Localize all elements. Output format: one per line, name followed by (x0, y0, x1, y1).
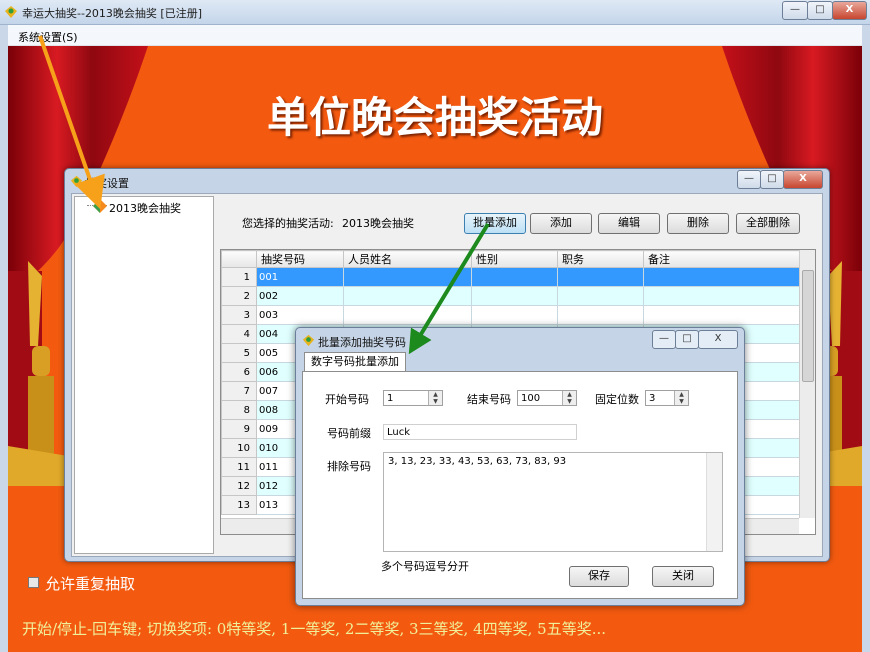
settings-close-button[interactable]: X (783, 170, 823, 189)
exclude-scrollbar[interactable] (706, 453, 722, 551)
cell-notes[interactable] (643, 305, 813, 325)
batch-panel: 开始号码 1 ▲ ▼ 结束号码 100 ▲ ▼ 固定位数 3 ▲ ▼ 号码前缀 Luck 排… (302, 371, 738, 599)
main-titlebar[interactable]: 幸运大抽奖--2013晚会抽奖 [已注册] — □ X (0, 0, 870, 25)
digits-input[interactable]: 3 ▲ ▼ (645, 390, 689, 406)
delete-all-button[interactable]: 全部删除 (736, 213, 800, 234)
batch-dialog-title: 批量添加抽奖号码 (318, 336, 406, 349)
allow-repeat-label: 允许重复抽取 (45, 575, 136, 593)
batch-window-controls: — □ X (652, 330, 738, 349)
minimize-button[interactable]: — (782, 1, 808, 20)
batch-add-dialog: 批量添加抽奖号码 — □ X 数字号码批量添加 开始号码 1 ▲ ▼ 结束号码 10… (295, 327, 745, 606)
table-row[interactable]: 1 001 (221, 267, 813, 287)
digits-label: 固定位数 (595, 393, 639, 406)
batch-close-button[interactable]: X (698, 330, 738, 349)
row-number[interactable]: 10 (221, 438, 257, 458)
table-row[interactable]: 3 003 (221, 305, 813, 325)
batch-minimize-button[interactable]: — (652, 330, 676, 349)
cell-gender[interactable] (471, 267, 558, 287)
row-number[interactable]: 6 (221, 362, 257, 382)
row-number[interactable]: 1 (221, 267, 257, 287)
row-number[interactable]: 12 (221, 476, 257, 496)
cell-gender[interactable] (471, 305, 558, 325)
row-number[interactable]: 5 (221, 343, 257, 363)
selected-activity-value: 2013晚会抽奖 (342, 217, 414, 230)
end-number-input[interactable]: 100 ▲ ▼ (517, 390, 577, 406)
batch-add-button[interactable]: 批量添加 (464, 213, 526, 234)
exclude-text: 3, 13, 23, 33, 43, 53, 63, 73, 83, 93 (388, 456, 567, 467)
row-number[interactable]: 8 (221, 400, 257, 420)
checkbox-box[interactable] (28, 577, 39, 588)
delete-button[interactable]: 删除 (667, 213, 729, 234)
start-number-input[interactable]: 1 ▲ ▼ (383, 390, 443, 406)
settings-dialog-title: 抽奖设置 (85, 177, 129, 190)
cell-name[interactable] (343, 305, 472, 325)
cell-name[interactable] (343, 267, 472, 287)
tree-node-activity[interactable]: 2013晚会抽奖 (109, 200, 181, 216)
row-number[interactable]: 11 (221, 457, 257, 477)
end-label: 结束号码 (467, 393, 511, 406)
end-spinner[interactable]: ▲ ▼ (562, 391, 576, 405)
app-icon (5, 6, 17, 18)
grid-header-row: 抽奖号码 人员姓名 性别 职务 备注 (221, 250, 813, 268)
selected-activity-label: 您选择的抽奖活动: (242, 217, 334, 230)
close-button[interactable]: X (832, 1, 867, 20)
table-row[interactable]: 2 002 (221, 286, 813, 306)
batch-maximize-button[interactable]: □ (675, 330, 699, 349)
exclude-textarea[interactable]: 3, 13, 23, 33, 43, 53, 63, 73, 83, 93 (383, 452, 723, 552)
col-notes[interactable]: 备注 (643, 250, 813, 268)
activity-node-icon (93, 199, 107, 213)
menu-system-settings[interactable]: 系统设置(S) (18, 29, 78, 45)
row-number[interactable]: 3 (221, 305, 257, 325)
prefix-label: 号码前缀 (327, 427, 371, 440)
settings-window-controls: — □ X (737, 170, 823, 189)
row-number[interactable]: 4 (221, 324, 257, 344)
row-number[interactable]: 7 (221, 381, 257, 401)
allow-repeat-checkbox[interactable]: 允许重复抽取 (28, 573, 135, 594)
window-controls: — □ X (782, 1, 867, 20)
cell-code[interactable]: 002 (256, 286, 344, 306)
digits-spinner[interactable]: ▲ ▼ (674, 391, 688, 405)
cell-notes[interactable] (643, 286, 813, 306)
col-position[interactable]: 职务 (557, 250, 644, 268)
row-header-corner (221, 250, 257, 268)
start-label: 开始号码 (325, 393, 369, 406)
batch-tabstrip: 数字号码批量添加 (302, 352, 736, 373)
col-code[interactable]: 抽奖号码 (256, 250, 344, 268)
cell-position[interactable] (557, 305, 644, 325)
cell-notes[interactable] (643, 267, 813, 287)
close-dialog-button[interactable]: 关闭 (652, 566, 714, 587)
settings-maximize-button[interactable]: □ (760, 170, 784, 189)
activity-toolbar: 您选择的抽奖活动: 2013晚会抽奖 批量添加 添加 编辑 删除 全部删除 (218, 200, 818, 234)
cell-code[interactable]: 001 (256, 267, 344, 287)
grid-vertical-scrollbar[interactable] (799, 250, 815, 518)
activity-tree[interactable]: 2013晚会抽奖 (74, 196, 214, 554)
exclude-label: 排除号码 (327, 460, 371, 473)
cell-position[interactable] (557, 286, 644, 306)
keyboard-hint: 开始/停止-回车键; 切换奖项: 0特等奖, 1一等奖, 2二等奖, 3三等奖,… (22, 620, 607, 638)
cell-position[interactable] (557, 267, 644, 287)
col-name[interactable]: 人员姓名 (343, 250, 472, 268)
cell-name[interactable] (343, 286, 472, 306)
banner-title: 单位晚会抽奖活动 (266, 93, 603, 142)
edit-button[interactable]: 编辑 (598, 213, 660, 234)
cell-code[interactable]: 003 (256, 305, 344, 325)
exclude-note: 多个号码逗号分开 (381, 560, 469, 573)
settings-minimize-button[interactable]: — (737, 170, 761, 189)
save-button[interactable]: 保存 (569, 566, 629, 587)
row-number[interactable]: 2 (221, 286, 257, 306)
window-title: 幸运大抽奖--2013晚会抽奖 [已注册] (22, 7, 203, 20)
cell-gender[interactable] (471, 286, 558, 306)
batch-dialog-icon (302, 334, 315, 347)
col-gender[interactable]: 性别 (471, 250, 558, 268)
maximize-button[interactable]: □ (807, 1, 833, 20)
row-number[interactable]: 13 (221, 495, 257, 515)
add-button[interactable]: 添加 (530, 213, 592, 234)
tab-numeric-batch[interactable]: 数字号码批量添加 (304, 352, 406, 373)
dialog-app-icon (70, 175, 83, 188)
prefix-input[interactable]: Luck (383, 424, 577, 440)
row-number[interactable]: 9 (221, 419, 257, 439)
menu-bar: 系统设置(S) (8, 25, 862, 46)
start-spinner[interactable]: ▲ ▼ (428, 391, 442, 405)
vertical-scroll-thumb[interactable] (802, 270, 814, 382)
